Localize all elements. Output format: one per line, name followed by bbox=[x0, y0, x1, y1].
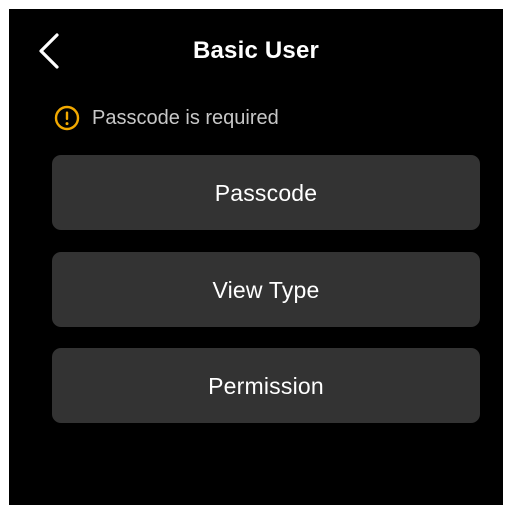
warning-text: Passcode is required bbox=[92, 107, 279, 129]
view-type-button[interactable]: View Type bbox=[52, 252, 480, 327]
settings-screen: Basic User Passcode is required Passcode… bbox=[9, 9, 503, 505]
passcode-button-label: Passcode bbox=[214, 179, 318, 206]
view-type-button-label: View Type bbox=[212, 276, 320, 303]
passcode-button[interactable]: Passcode bbox=[52, 155, 480, 230]
warning-circle-icon bbox=[54, 105, 80, 131]
page-title: Basic User bbox=[192, 37, 320, 64]
warning-message: Passcode is required bbox=[54, 104, 279, 132]
permission-button-label: Permission bbox=[208, 372, 324, 399]
permission-button[interactable]: Permission bbox=[52, 348, 480, 423]
